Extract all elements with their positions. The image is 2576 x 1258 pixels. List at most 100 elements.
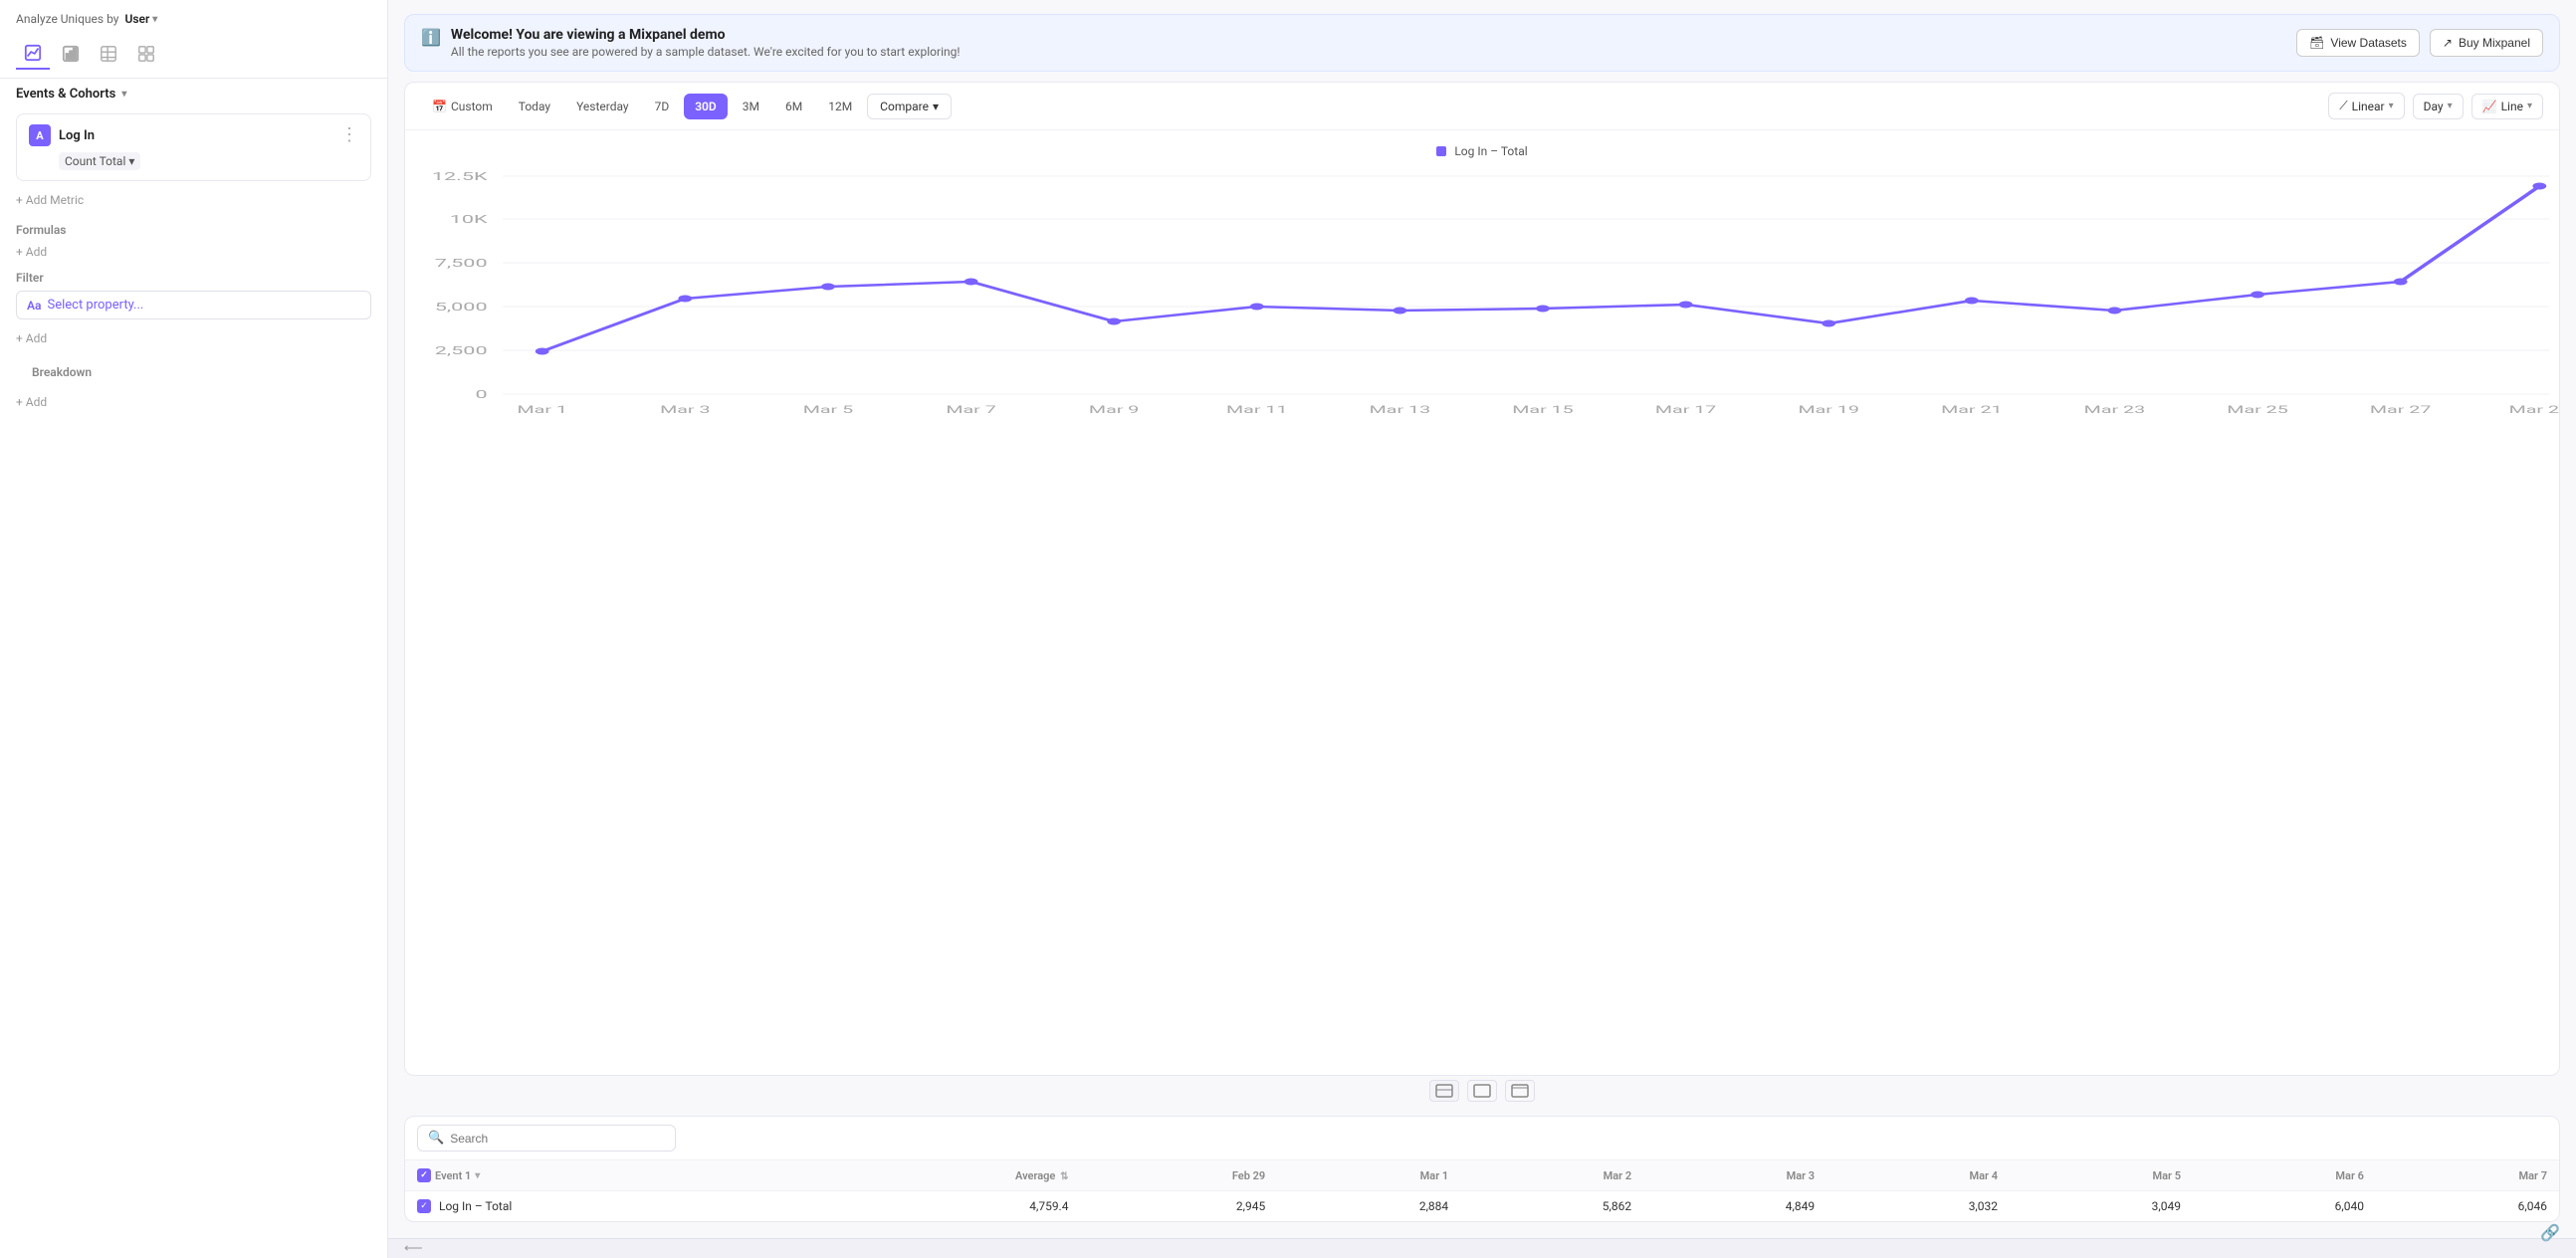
line-chevron: ▾ <box>2527 101 2532 111</box>
col-event[interactable]: ✓ Event 1 ▾ <box>405 1160 814 1191</box>
custom-date-btn[interactable]: 📅 Custom <box>421 94 504 119</box>
tab-table[interactable] <box>92 39 125 69</box>
today-btn[interactable]: Today <box>508 94 561 119</box>
data-table: ✓ Event 1 ▾ Average ⇅ Feb 29 Mar 1 Mar 2 <box>405 1160 2559 1221</box>
svg-text:Mar 13: Mar 13 <box>1370 404 1430 416</box>
view-datasets-btn[interactable]: 🗃 View Datasets <box>2296 29 2420 57</box>
metric-more-btn[interactable]: ⋮ <box>340 126 358 144</box>
toggle-full-view[interactable] <box>1429 1080 1459 1102</box>
svg-text:Mar 5: Mar 5 <box>803 404 854 416</box>
svg-text:Mar 27: Mar 27 <box>2370 404 2432 416</box>
col-mar2[interactable]: Mar 2 <box>1460 1160 1643 1191</box>
calendar-icon: 📅 <box>432 100 447 113</box>
search-box[interactable]: 🔍 <box>417 1125 676 1152</box>
metric-avatar: A <box>29 124 51 146</box>
event-name-btn[interactable]: Log In – Total <box>439 1199 512 1213</box>
col-mar7[interactable]: Mar 7 <box>2376 1160 2559 1191</box>
info-icon: ℹ️ <box>421 28 441 47</box>
col-mar4[interactable]: Mar 4 <box>1826 1160 2010 1191</box>
table-toolbar: 🔍 <box>405 1117 2559 1160</box>
view-tabs <box>0 34 387 79</box>
6m-btn[interactable]: 6M <box>774 94 813 119</box>
7d-btn[interactable]: 7D <box>644 94 681 119</box>
linear-dropdown[interactable]: ⟋ Linear ▾ <box>2328 93 2404 119</box>
view-toggles <box>388 1076 2576 1108</box>
count-total-btn[interactable]: Count Total ▾ <box>59 152 140 170</box>
svg-text:2,500: 2,500 <box>435 344 488 357</box>
external-link-icon: ↗ <box>2443 36 2453 50</box>
col-mar5[interactable]: Mar 5 <box>2010 1160 2193 1191</box>
row-mar1: 2,884 <box>1277 1191 1460 1222</box>
legend-label: Log In – Total <box>1454 144 1527 158</box>
yesterday-btn[interactable]: Yesterday <box>565 94 640 119</box>
row-checkbox[interactable]: ✓ <box>417 1199 431 1213</box>
row-event-name: ✓ Log In – Total <box>405 1191 814 1222</box>
row-mar7: 6,046 <box>2376 1191 2559 1222</box>
line-dropdown[interactable]: 📈 Line ▾ <box>2471 94 2543 119</box>
formulas-label: Formulas <box>0 215 387 241</box>
sidebar: Analyze Uniques by User ▾ <box>0 0 388 1258</box>
12m-btn[interactable]: 12M <box>817 94 863 119</box>
events-cohorts-header[interactable]: Events & Cohorts ▾ <box>0 79 387 109</box>
filter-property-selector[interactable]: Aa Select property... <box>16 291 371 319</box>
breakdown-section: Breakdown <box>0 349 387 391</box>
tab-line-chart[interactable] <box>16 38 50 70</box>
30d-btn[interactable]: 30D <box>684 94 728 119</box>
day-dropdown[interactable]: Day ▾ <box>2413 94 2464 119</box>
add-metric-btn[interactable]: + Add Metric <box>0 185 387 215</box>
average-sort-icon: ⇅ <box>1060 1171 1068 1182</box>
svg-text:Mar 11: Mar 11 <box>1226 404 1287 416</box>
col-average[interactable]: Average ⇅ <box>814 1160 1080 1191</box>
collapse-sidebar-icon[interactable]: ⟵ <box>404 1241 423 1256</box>
analyze-row: Analyze Uniques by User ▾ <box>0 0 387 34</box>
toolbar-right: ⟋ Linear ▾ Day ▾ 📈 Line ▾ <box>2328 93 2543 119</box>
chart-area: Log In – Total 12.5K 10K 7,500 5,000 2,5… <box>405 130 2559 1075</box>
col-mar6[interactable]: Mar 6 <box>2193 1160 2376 1191</box>
svg-text:Mar 19: Mar 19 <box>1798 404 1858 416</box>
welcome-banner: ℹ️ Welcome! You are viewing a Mixpanel d… <box>404 14 2560 72</box>
toggle-table-only[interactable] <box>1505 1080 1535 1102</box>
svg-text:Mar 29: Mar 29 <box>2509 404 2559 416</box>
metric-name: Log In <box>59 128 332 143</box>
analyze-by-selector[interactable]: User ▾ <box>124 12 157 26</box>
search-input[interactable] <box>450 1132 665 1146</box>
search-icon: 🔍 <box>428 1131 444 1146</box>
buy-mixpanel-btn[interactable]: ↗ Buy Mixpanel <box>2430 29 2543 57</box>
svg-text:10K: 10K <box>450 213 488 226</box>
chart-container: 📅 Custom Today Yesterday 7D 30D 3M <box>404 82 2560 1076</box>
svg-text:Mar 15: Mar 15 <box>1512 404 1574 416</box>
filter-aa-label: Aa <box>27 299 41 313</box>
bottom-bar: ⟵ <box>388 1238 2576 1258</box>
add-formula-btn[interactable]: + Add <box>0 241 387 263</box>
svg-text:Mar 23: Mar 23 <box>2084 404 2145 416</box>
toggle-chart-only[interactable] <box>1467 1080 1497 1102</box>
row-mar3: 4,849 <box>1643 1191 1826 1222</box>
welcome-actions: 🗃 View Datasets ↗ Buy Mixpanel <box>2296 29 2543 57</box>
legend-dot <box>1436 146 1446 156</box>
chart-legend: Log In – Total <box>405 140 2559 166</box>
welcome-subtitle: All the reports you see are powered by a… <box>451 45 961 59</box>
col-feb29[interactable]: Feb 29 <box>1080 1160 1277 1191</box>
tab-grid[interactable] <box>129 39 163 69</box>
3m-btn[interactable]: 3M <box>732 94 770 119</box>
table-row: ✓ Log In – Total 4,759.4 2,945 2,884 5,8… <box>405 1191 2559 1222</box>
col-mar1[interactable]: Mar 1 <box>1277 1160 1460 1191</box>
add-breakdown-btn[interactable]: + Add <box>0 391 387 413</box>
col-mar3[interactable]: Mar 3 <box>1643 1160 1826 1191</box>
main-content: ℹ️ Welcome! You are viewing a Mixpanel d… <box>388 0 2576 1258</box>
compare-chevron: ▾ <box>933 100 939 113</box>
filter-placeholder: Select property... <box>47 298 143 313</box>
row-mar6: 6,040 <box>2193 1191 2376 1222</box>
tab-bar-chart[interactable] <box>54 39 88 69</box>
event-sort-chevron: ▾ <box>475 1170 480 1181</box>
select-all-checkbox[interactable]: ✓ <box>417 1168 431 1182</box>
add-filter-btn[interactable]: + Add <box>0 327 387 349</box>
count-total-chevron: ▾ <box>128 154 134 168</box>
row-feb29: 2,945 <box>1080 1191 1277 1222</box>
breakdown-label: Breakdown <box>16 357 371 383</box>
row-mar2: 5,862 <box>1460 1191 1643 1222</box>
compare-btn[interactable]: Compare ▾ <box>867 94 952 119</box>
day-chevron: ▾ <box>2448 101 2453 111</box>
filter-label: Filter <box>16 271 371 285</box>
external-link-btn[interactable]: 🔗 <box>2540 1223 2560 1242</box>
